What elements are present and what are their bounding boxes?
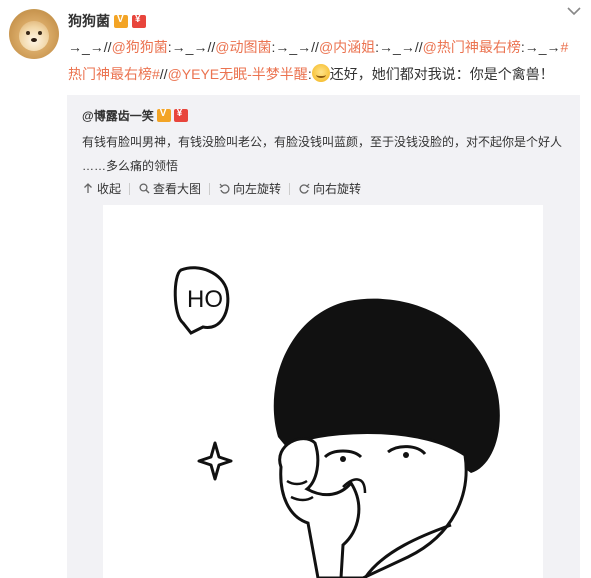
vip-badge-icon[interactable] [156, 108, 171, 122]
chevron-down-icon[interactable] [566, 4, 582, 18]
repost-text-line: ……多么痛的领悟 [82, 159, 179, 173]
red-envelope-icon[interactable] [173, 108, 188, 122]
mention-link[interactable]: @热门神最右榜 [423, 39, 521, 55]
post-text-segment: // [159, 66, 168, 82]
username[interactable]: 狗狗菌 [68, 11, 110, 31]
post-text-segment: :→_→// [375, 39, 423, 55]
repost-username[interactable]: @博露齿一笑 [82, 107, 154, 124]
rotate-right-button[interactable]: 向右旋转 [298, 180, 361, 197]
collapse-label: 收起 [97, 182, 122, 196]
repost-text-line: 有钱有脸叫男神，有钱没脸叫老公，有脸没钱叫蓝颜，至于没钱没脸的，对不起你是个好人 [82, 135, 563, 149]
image-actions: 收起 查看大图 向左旋转 向右旋转 [82, 180, 361, 197]
action-divider [289, 182, 291, 195]
vip-badge-icon[interactable] [114, 14, 128, 28]
mention-link[interactable]: @内涵姐 [319, 39, 375, 55]
speech-bubble-text: HO [187, 286, 223, 313]
rotate-left-button[interactable]: 向左旋转 [218, 180, 281, 197]
action-divider [129, 182, 131, 195]
rotate-left-icon [218, 183, 230, 195]
post-text-segment: :→_→// [167, 39, 216, 55]
collapse-up-icon [82, 183, 94, 195]
avatar-eye [38, 31, 42, 35]
sparkle-icon [197, 441, 233, 481]
action-divider [209, 182, 211, 195]
mention-link[interactable]: @YEYE无眠-半梦半醒 [168, 66, 308, 82]
repost-header: @博露齿一笑 [82, 107, 188, 124]
rotate-right-icon [298, 183, 310, 195]
post-text-segment: :→_→// [271, 39, 319, 55]
post-text-segment: :→_→ [520, 39, 561, 55]
avatar-eye [26, 31, 30, 35]
post-text-segment: 还好，她们都对我说：你是个禽兽！ [329, 66, 554, 82]
repost-card: @博露齿一笑 有钱有脸叫男神，有钱没脸叫老公，有脸没钱叫蓝颜，至于没钱没脸的，对… [67, 95, 580, 578]
view-large-label: 查看大图 [153, 182, 202, 196]
red-envelope-icon[interactable] [132, 14, 146, 28]
mention-link[interactable]: @动图菌 [215, 39, 271, 55]
avatar-nose [31, 38, 37, 42]
cartoon-illustration: HO [173, 266, 500, 578]
mention-link[interactable]: @狗狗菌 [112, 39, 168, 55]
repost-text: 有钱有脸叫男神，有钱没脸叫老公，有脸没钱叫蓝颜，至于没钱没脸的，对不起你是个好人… [82, 130, 572, 178]
smiley-emoji-icon [311, 64, 330, 82]
post-text: →_→//@狗狗菌:→_→//@动图菌:→_→//@内涵姐:→_→//@热门神最… [68, 34, 580, 88]
speech-bubble: HO [173, 266, 230, 335]
view-large-button[interactable]: 查看大图 [138, 180, 201, 197]
post-header: 狗狗菌 [68, 11, 146, 31]
collapse-button[interactable]: 收起 [82, 180, 121, 197]
zoom-search-icon [138, 183, 150, 195]
user-avatar[interactable] [9, 9, 59, 59]
avatar-face [19, 21, 49, 51]
post-image[interactable]: HO [103, 205, 543, 578]
rotate-left-label: 向左旋转 [233, 182, 282, 196]
post-text-segment: →_→// [68, 39, 112, 55]
rotate-right-label: 向右旋转 [313, 182, 362, 196]
